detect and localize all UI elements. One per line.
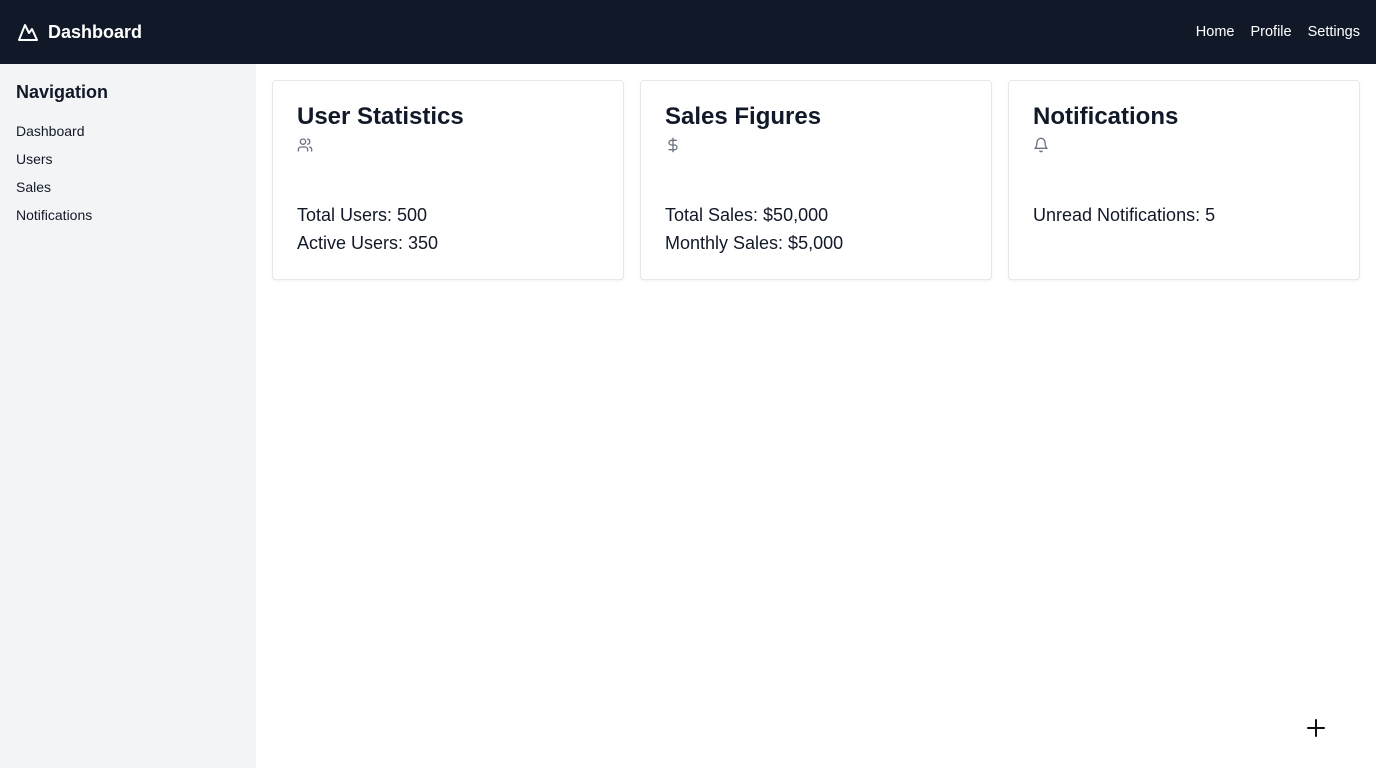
nav-link-home[interactable]: Home — [1196, 24, 1235, 40]
sidebar-heading: Navigation — [16, 82, 109, 102]
app-title: Dashboard — [48, 21, 143, 42]
total-sales-text: Total Sales: $50,000 — [665, 205, 829, 225]
card-title: Sales Figures — [665, 103, 822, 130]
sidebar-item-notifications[interactable]: Notifications — [16, 201, 240, 229]
sidebar-item-dashboard[interactable]: Dashboard — [16, 117, 240, 145]
total-users-text: Total Users: 500 — [297, 205, 428, 225]
sales-figures-card: Sales Figures Total Sales: $50,000 Month… — [640, 80, 992, 280]
add-button[interactable] — [1300, 714, 1332, 746]
top-bar: Dashboard Home Profile Settings — [0, 0, 1376, 64]
brand[interactable]: Dashboard — [16, 20, 142, 44]
bell-icon — [1033, 137, 1049, 153]
active-users-text: Active Users: 350 — [297, 233, 439, 253]
mountain-icon — [16, 20, 40, 44]
monthly-sales-text: Monthly Sales: $5,000 — [665, 233, 844, 253]
card-body: Total Sales: $50,000 Monthly Sales: $5,0… — [665, 201, 967, 257]
card-body: Unread Notifications: 5 — [1033, 201, 1335, 229]
card-title: Notifications — [1033, 103, 1179, 130]
sidebar-menu: Dashboard Users Sales Notifications — [16, 117, 240, 229]
main-content: User Statistics Total Users: 500 Active … — [256, 64, 1376, 768]
nav-link-profile[interactable]: Profile — [1250, 24, 1291, 40]
sidebar-item-users[interactable]: Users — [16, 145, 240, 173]
top-nav: Home Profile Settings — [1196, 24, 1360, 40]
nav-link-settings[interactable]: Settings — [1308, 24, 1360, 40]
plus-icon — [1306, 718, 1326, 743]
card-title: User Statistics — [297, 103, 464, 130]
dollar-icon — [665, 137, 681, 153]
users-icon — [297, 137, 313, 153]
card-body: Total Users: 500 Active Users: 350 — [297, 201, 599, 257]
sidebar: Navigation Dashboard Users Sales Notific… — [0, 64, 256, 768]
sidebar-item-sales[interactable]: Sales — [16, 173, 240, 201]
notifications-card: Notifications Unread Notifications: 5 — [1008, 80, 1360, 280]
user-statistics-card: User Statistics Total Users: 500 Active … — [272, 80, 624, 280]
unread-notifications-text: Unread Notifications: 5 — [1033, 205, 1216, 225]
